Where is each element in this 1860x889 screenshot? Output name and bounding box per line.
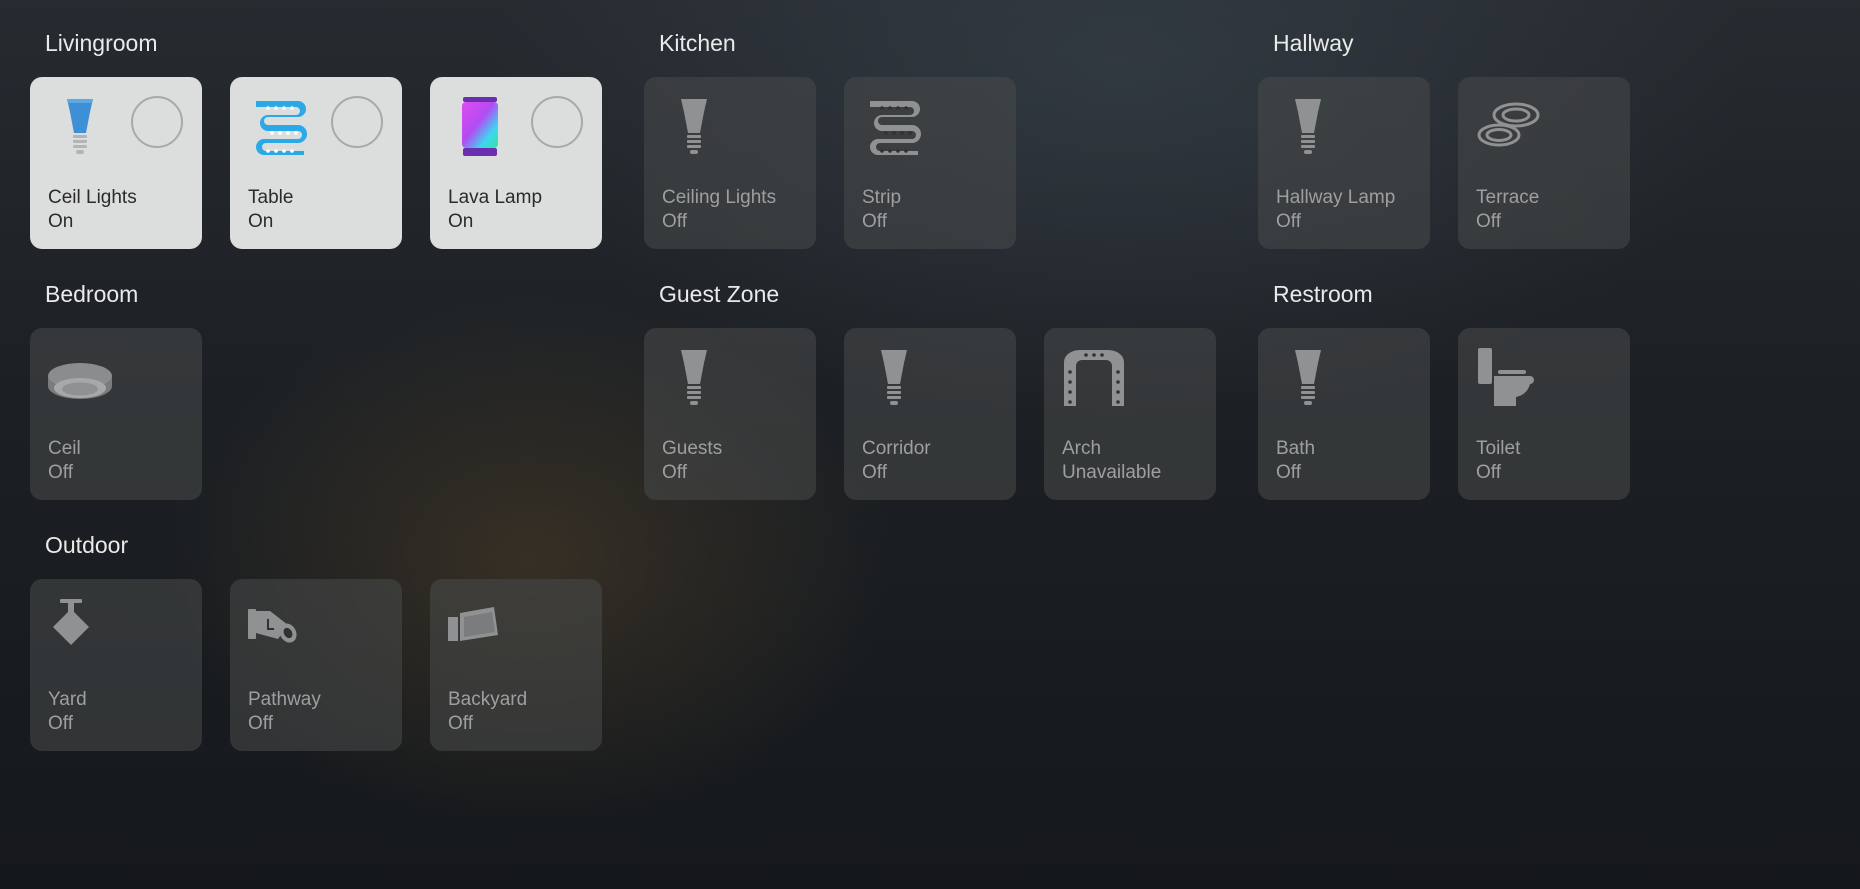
device-name: Lava Lamp	[448, 187, 543, 208]
lightstrip-icon	[248, 95, 312, 159]
toggle-button[interactable]	[531, 96, 583, 148]
device-state: Off	[662, 462, 687, 483]
device-tile-guests[interactable]: Guests Off	[644, 328, 816, 500]
device-state: Off	[48, 713, 73, 734]
bulb-icon	[862, 346, 926, 410]
device-name: Arch	[1062, 438, 1102, 459]
device-state: Off	[48, 462, 73, 483]
pathway-icon	[248, 597, 312, 661]
device-name: Backyard	[448, 689, 528, 710]
device-tile-strip[interactable]: Strip Off	[844, 77, 1016, 249]
device-state: Off	[1276, 462, 1301, 483]
device-tile-ceil[interactable]: Ceil Off	[30, 328, 202, 500]
device-tile-bath[interactable]: Bath Off	[1258, 328, 1430, 500]
device-tile-arch[interactable]: Arch Unavailable	[1044, 328, 1216, 500]
device-name: Table	[248, 187, 294, 208]
arch-icon	[1062, 346, 1126, 410]
device-state: On	[448, 211, 474, 232]
device-tile-pathway[interactable]: Pathway Off	[230, 579, 402, 751]
device-state: Off	[1276, 211, 1301, 232]
device-tile-lava-lamp[interactable]: Lava Lamp On	[430, 77, 602, 249]
device-state: On	[48, 211, 74, 232]
device-state: On	[248, 211, 274, 232]
device-name: Yard	[48, 689, 87, 710]
device-name: Ceiling Lights	[662, 187, 777, 208]
recessed-lights-icon	[1476, 95, 1540, 159]
device-name: Strip	[862, 187, 902, 208]
device-tile-backyard[interactable]: Backyard Off	[430, 579, 602, 751]
device-tile-ceil-lights[interactable]: Ceil Lights On	[30, 77, 202, 249]
ceiling-lamp-icon	[48, 346, 112, 410]
device-tile-table[interactable]: Table On	[230, 77, 402, 249]
room-title[interactable]: Hallway	[1273, 30, 1354, 57]
device-tile-terrace[interactable]: Terrace Off	[1458, 77, 1630, 249]
device-name: Terrace	[1476, 187, 1540, 208]
spot-icon	[48, 597, 112, 661]
device-name: Toilet	[1476, 438, 1521, 459]
device-tile-corridor[interactable]: Corridor Off	[844, 328, 1016, 500]
device-tile-yard[interactable]: Yard Off	[30, 579, 202, 751]
bulb-icon	[1276, 346, 1340, 410]
device-tile-toilet[interactable]: Toilet Off	[1458, 328, 1630, 500]
bulb-icon	[662, 346, 726, 410]
device-name: Corridor	[862, 438, 931, 459]
device-state: Off	[1476, 211, 1501, 232]
device-name: Pathway	[248, 689, 321, 710]
device-state: Off	[1476, 462, 1501, 483]
room-title[interactable]: Bedroom	[45, 281, 138, 308]
device-state: Off	[248, 713, 273, 734]
bulb-icon	[1276, 95, 1340, 159]
lightstrip-icon	[862, 95, 926, 159]
lava-lamp-icon	[448, 95, 512, 159]
device-name: Bath	[1276, 438, 1316, 459]
toggle-button[interactable]	[131, 96, 183, 148]
room-title[interactable]: Outdoor	[45, 532, 128, 559]
bulb-icon	[48, 95, 112, 159]
device-state: Off	[862, 462, 887, 483]
room-title[interactable]: Restroom	[1273, 281, 1373, 308]
device-name: Hallway Lamp	[1276, 187, 1396, 208]
device-name: Ceil	[48, 438, 81, 459]
device-name: Ceil Lights	[48, 187, 137, 208]
toggle-button[interactable]	[331, 96, 383, 148]
device-state: Off	[862, 211, 887, 232]
device-state: Unavailable	[1062, 462, 1162, 483]
room-title[interactable]: Livingroom	[45, 30, 158, 57]
bulb-icon	[662, 95, 726, 159]
room-title[interactable]: Guest Zone	[659, 281, 779, 308]
room-title[interactable]: Kitchen	[659, 30, 736, 57]
floodlight-icon	[448, 597, 512, 661]
device-tile-hallway-lamp[interactable]: Hallway Lamp Off	[1258, 77, 1430, 249]
toilet-icon	[1476, 346, 1540, 410]
device-name: Guests	[662, 438, 723, 459]
device-state: Off	[448, 713, 473, 734]
device-state: Off	[662, 211, 687, 232]
device-tile-ceiling-lights[interactable]: Ceiling Lights Off	[644, 77, 816, 249]
